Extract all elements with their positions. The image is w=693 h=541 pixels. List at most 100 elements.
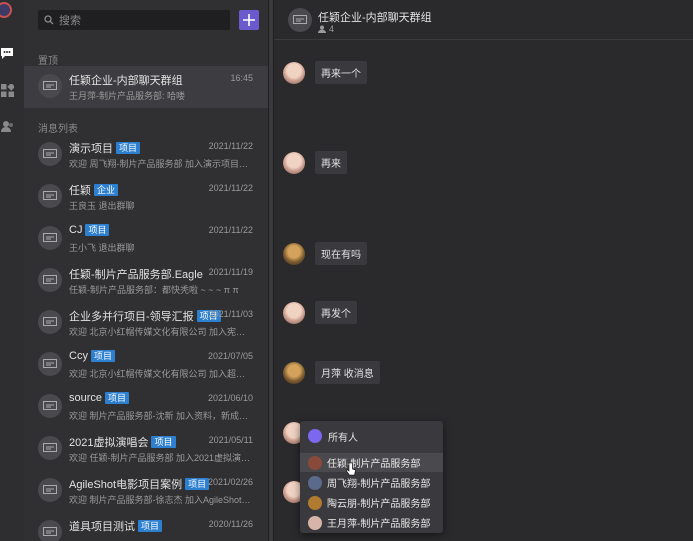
group-avatar	[38, 352, 62, 376]
member-avatar	[308, 455, 322, 470]
conversation-tag: 项目	[138, 520, 163, 532]
conversation-date: 2021/07/05	[207, 351, 253, 361]
search-icon	[44, 15, 54, 25]
conversation-tag: 项目	[185, 478, 210, 490]
group-avatar	[38, 74, 62, 98]
mention-member-option[interactable]: 陶云朋-制片产品服务部	[300, 493, 443, 512]
icon-rail	[0, 0, 24, 541]
member-avatar	[308, 515, 322, 530]
user-avatar[interactable]	[283, 361, 305, 384]
conversation-list-panel: 搜索 置顶 任颖企业-内部聊天群组 16:45 王月萍-制片产品服务部: 哈喽 …	[24, 0, 268, 541]
conversation-preview: 王良玉 退出群聊	[69, 201, 135, 211]
group-avatar	[288, 8, 312, 32]
conversation-item[interactable]: CJ 项目 2021/11/22 王小飞 退出群聊	[24, 218, 268, 260]
conversation-tag: 项目	[116, 142, 141, 154]
mention-popup: 所有人 任颖-制片产品服务部 周飞翔-制片产品服务部 陶云朋-制片产品服务部 王月萍-…	[300, 421, 443, 533]
conversation-item[interactable]: 演示项目项目 2021/11/22 欢迎 周飞翔-制片产品服务部 加入演示项目，新成…	[24, 134, 268, 176]
user-avatar[interactable]	[283, 151, 305, 174]
member-count-value: 4	[329, 24, 335, 34]
group-avatar	[38, 184, 62, 208]
list-scrollbar-thumb[interactable]	[269, 0, 273, 541]
message-bubble[interactable]: 现在有吗	[315, 242, 367, 265]
conversation-item[interactable]: Ccy项目 2021/07/05 欢迎 北京小红帽传媒文化有限公司 加入超越，新成员…	[24, 344, 268, 386]
conversation-date: 2021/11/19	[208, 267, 253, 277]
member-avatar	[308, 475, 322, 490]
section-pinned: 置顶	[38, 56, 58, 67]
conversation-date: 2021/11/22	[208, 141, 253, 151]
member-name: 王月萍-制片产品服务部	[327, 519, 431, 530]
conversation-item[interactable]: 企业多并行项目-领导汇报 项目 2021/11/03 欢迎 北京小红帽传媒文化有限公司…	[24, 302, 268, 344]
conversation-date: 2021/02/26	[207, 477, 253, 487]
chat-message: 再来一个	[283, 61, 367, 84]
group-avatar	[38, 142, 62, 166]
group-avatar	[38, 436, 62, 460]
mention-member-option[interactable]: 周飞翔-制片产品服务部	[300, 473, 443, 492]
group-avatar	[38, 520, 62, 541]
add-button[interactable]	[239, 10, 259, 30]
group-icon	[308, 429, 322, 443]
conversation-title: 任颖企业-内部聊天群组	[69, 75, 183, 87]
group-avatar	[38, 310, 62, 334]
conversation-title: 企业多并行项目-领导汇报	[69, 311, 194, 323]
search-input[interactable]: 搜索	[38, 10, 230, 30]
section-messages: 消息列表	[38, 124, 78, 135]
app-logo-icon[interactable]	[0, 2, 12, 18]
conversation-title: 道具项目测试	[69, 521, 135, 533]
conversation-item[interactable]: 任颖企业-内部聊天群组 16:45 王月萍-制片产品服务部: 哈喽	[24, 66, 268, 108]
chat-title: 任颖企业-内部聊天群组	[318, 12, 432, 24]
conversation-preview: 任颖-制片产品服务部：都快秃啦 ~ ~ ~ π π	[69, 285, 239, 295]
conversation-item[interactable]: source 项目 2021/06/10 欢迎 制片产品服务部-沈新 加入资料，新成员…	[24, 386, 268, 428]
conversation-item[interactable]: 2021虚拟演唱会 项目 2021/05/11 欢迎 任颖-制片产品服务部 加入202…	[24, 428, 268, 470]
conversation-date: 2021/11/22	[208, 225, 253, 235]
group-avatar	[38, 268, 62, 292]
conversation-tag: 企业	[94, 184, 119, 196]
message-bubble[interactable]: 再来一个	[315, 61, 367, 84]
group-avatar	[38, 226, 62, 250]
conversation-date: 2021/11/03	[208, 309, 253, 319]
user-avatar[interactable]	[283, 61, 305, 84]
conversation-item[interactable]: 任颖 企业 2021/11/22 王良玉 退出群聊	[24, 176, 268, 218]
message-bubble[interactable]: 再来	[315, 151, 347, 174]
group-avatar	[38, 478, 62, 502]
plus-icon	[243, 14, 255, 26]
conversation-title: 演示项目	[69, 143, 113, 155]
apps-icon[interactable]	[0, 82, 14, 98]
mention-member-option[interactable]: 任颖-制片产品服务部	[300, 453, 443, 472]
conversation-preview: 欢迎 制片产品服务部-徐志杰 加入AgileShot电影项目...	[69, 495, 254, 505]
conversation-item[interactable]: 道具项目测试 项目 2020/11/26	[24, 512, 268, 541]
member-name: 陶云朋-制片产品服务部	[327, 499, 431, 510]
conversation-title: AgileShot电影项目案例	[69, 479, 183, 491]
conversation-tag: 项目	[151, 436, 176, 448]
conversation-date: 2020/11/26	[208, 519, 253, 529]
conversation-date: 16:45	[230, 73, 253, 83]
conversation-tag: 项目	[105, 392, 130, 404]
member-avatar	[308, 495, 322, 510]
conversation-date: 2021/11/22	[208, 183, 253, 193]
message-bubble[interactable]: 再发个	[315, 301, 357, 324]
conversation-tag: 项目	[85, 224, 110, 236]
conversation-item[interactable]: AgileShot电影项目案例 项目 2021/02/26 欢迎 制片产品服务部-徐志…	[24, 470, 268, 512]
member-count[interactable]: 4	[318, 24, 334, 34]
chat-message: 月萍 收消息	[283, 361, 380, 384]
contacts-icon[interactable]	[0, 118, 14, 134]
chat-icon[interactable]	[0, 45, 14, 61]
conversation-title: 任颖-制片产品服务部.Eagle	[69, 269, 203, 281]
message-bubble[interactable]: 月萍 收消息	[315, 361, 380, 384]
conversation-preview: 欢迎 任颖-制片产品服务部 加入2021虚拟演唱会，新...	[69, 453, 254, 463]
chat-message: 再发个	[283, 301, 357, 324]
conversation-date: 2021/06/10	[207, 393, 253, 403]
member-name: 周飞翔-制片产品服务部	[327, 479, 431, 490]
chat-message: 再来	[283, 151, 347, 174]
mention-member-option[interactable]: 王月萍-制片产品服务部	[300, 513, 443, 532]
conversation-item[interactable]: 任颖-制片产品服务部.Eagle 2021/11/19 任颖-制片产品服务部：都快秃…	[24, 260, 268, 302]
conversation-title: source	[69, 392, 103, 404]
chat-header: 任颖企业-内部聊天群组 4	[274, 0, 693, 40]
conversation-preview: 王小飞 退出群聊	[69, 243, 135, 253]
member-name: 任颖-制片产品服务部	[327, 459, 421, 470]
conversation-tag: 项目	[90, 350, 115, 362]
mention-all-option[interactable]: 所有人	[300, 421, 443, 451]
user-avatar[interactable]	[283, 301, 305, 324]
user-avatar[interactable]	[283, 242, 305, 265]
conversation-title: 2021虚拟演唱会	[69, 437, 149, 449]
conversation-preview: 欢迎 北京小红帽传媒文化有限公司 加入宪顺多并行项...	[69, 327, 254, 337]
